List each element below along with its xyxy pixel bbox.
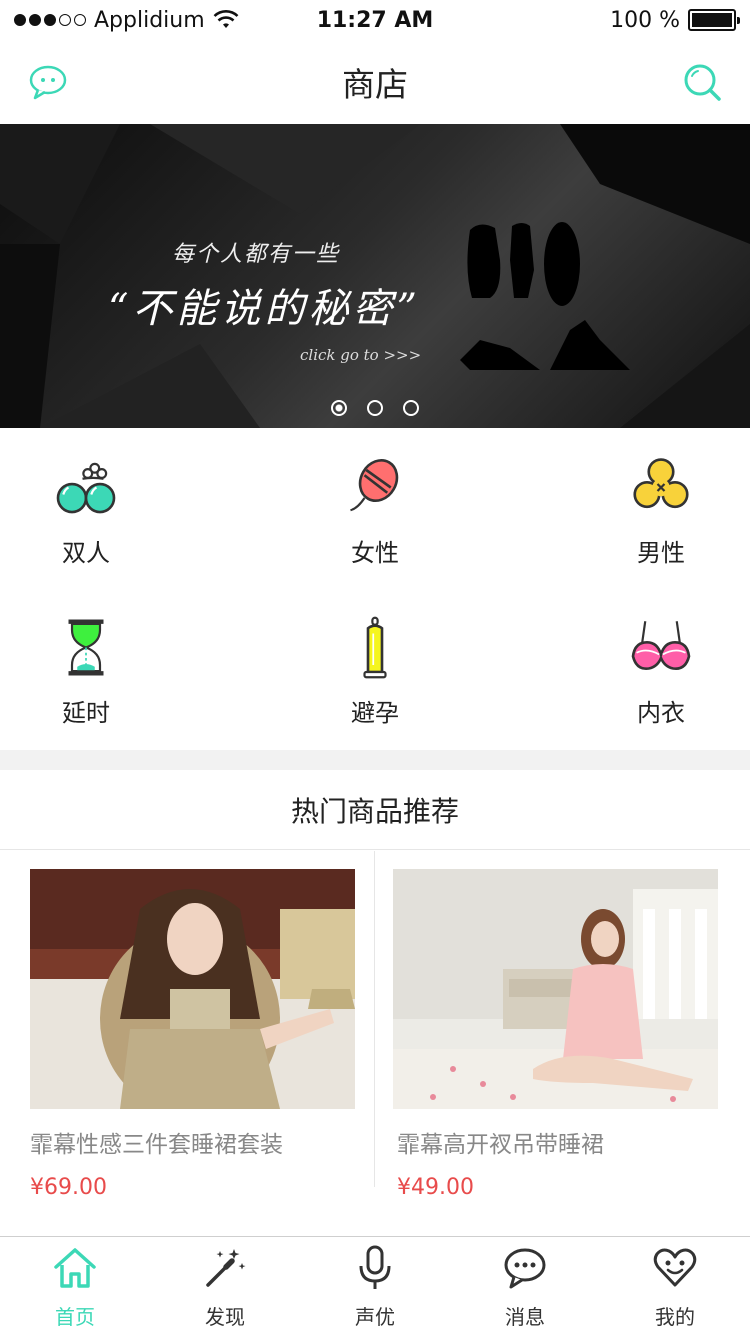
- category-delay[interactable]: 延时: [1, 588, 171, 728]
- wifi-icon: [213, 10, 239, 28]
- heart-face-icon: [653, 1248, 697, 1287]
- product-card[interactable]: 霏幕性感三件套睡裙套装 ¥69.00: [0, 851, 375, 1215]
- silhouette-figures-illustration: [460, 222, 630, 370]
- battery-icon: [688, 9, 740, 31]
- tab-profile[interactable]: 我的: [600, 1237, 750, 1334]
- tab-label: 我的: [655, 1305, 695, 1329]
- status-left: Applidium: [14, 8, 239, 33]
- condom-icon: [363, 616, 387, 679]
- hot-products-title: 热门商品推荐: [0, 770, 750, 850]
- tab-label: 发现: [205, 1305, 245, 1329]
- hourglass-icon: [68, 619, 104, 676]
- product-name: 霏幕高开衩吊带睡裙: [397, 1132, 604, 1158]
- search-icon[interactable]: [682, 62, 722, 102]
- category-grid: 双人 女性 男性 延时 避孕 内衣: [0, 428, 750, 750]
- product-image[interactable]: [393, 869, 718, 1109]
- product-list: 霏幕性感三件套睡裙套装 ¥69.00 霏幕高开衩吊带睡裙 ¥49.00: [0, 851, 750, 1215]
- banner-line-2: “不能说的秘密”: [108, 286, 421, 332]
- header: 商店: [0, 40, 750, 124]
- category-label: 延时: [62, 699, 110, 727]
- status-bar: Applidium 11:27 AM 100 %: [0, 0, 750, 40]
- product-price: ¥49.00: [397, 1175, 474, 1200]
- category-male[interactable]: 男性: [576, 428, 746, 568]
- promo-banner[interactable]: 每个人都有一些 “不能说的秘密” click go to >>>: [0, 124, 750, 428]
- tab-home[interactable]: 首页: [0, 1237, 150, 1334]
- tab-label: 消息: [505, 1305, 545, 1329]
- product-card[interactable]: 霏幕高开衩吊带睡裙 ¥49.00: [375, 851, 750, 1215]
- tab-discover[interactable]: 发现: [150, 1237, 300, 1334]
- battery-percent: 100 %: [610, 7, 680, 33]
- category-label: 双人: [62, 539, 110, 567]
- bottom-tab-bar: 首页 发现 声优 消息 我的: [0, 1236, 750, 1334]
- category-label: 避孕: [351, 699, 399, 727]
- category-label: 女性: [351, 539, 399, 567]
- tab-messages[interactable]: 消息: [450, 1237, 600, 1334]
- page-title: 商店: [342, 65, 408, 104]
- microphone-icon: [359, 1245, 391, 1289]
- banner-line-1: 每个人都有一些: [172, 242, 341, 267]
- product-image[interactable]: [30, 869, 355, 1109]
- egg-vibrator-icon: [350, 459, 399, 512]
- magic-wand-icon: [206, 1249, 246, 1287]
- status-right: 100 %: [610, 7, 740, 33]
- product-name: 霏幕性感三件套睡裙套装: [30, 1132, 283, 1158]
- banner-dot-1[interactable]: [331, 400, 347, 416]
- chat-bubble-icon[interactable]: [28, 64, 68, 100]
- bra-icon: [631, 621, 691, 671]
- tab-label: 声优: [355, 1305, 395, 1329]
- banner-pagination: [0, 400, 750, 416]
- carrier-name: Applidium: [94, 7, 205, 33]
- banner-dot-2[interactable]: [367, 400, 383, 416]
- signal-strength-icon: [14, 14, 86, 26]
- product-price: ¥69.00: [30, 1175, 107, 1200]
- category-label: 男性: [637, 539, 685, 567]
- category-label: 内衣: [637, 699, 685, 727]
- section-divider: [0, 750, 750, 770]
- category-couple[interactable]: 双人: [1, 428, 171, 568]
- trefoil-icon: [633, 458, 689, 509]
- banner-dot-3[interactable]: [403, 400, 419, 416]
- balls-icon: [56, 462, 116, 514]
- category-contraception[interactable]: 避孕: [290, 588, 460, 728]
- tab-label: 首页: [55, 1305, 95, 1329]
- banner-link-text[interactable]: click go to >>>: [300, 346, 421, 364]
- category-underwear[interactable]: 内衣: [576, 588, 746, 728]
- category-female[interactable]: 女性: [290, 428, 460, 568]
- home-icon: [54, 1248, 96, 1288]
- message-icon: [504, 1248, 546, 1289]
- tab-voice-actor[interactable]: 声优: [300, 1237, 450, 1334]
